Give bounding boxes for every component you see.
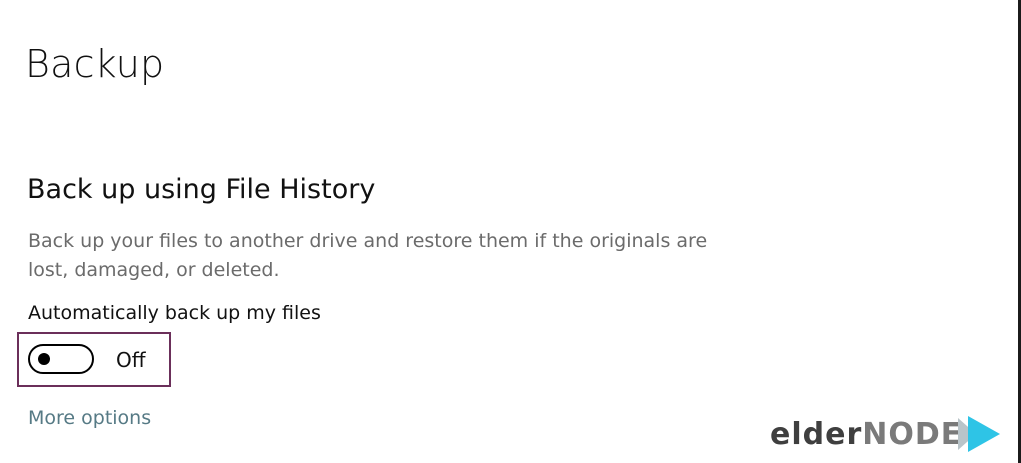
- watermark-text-part1: elder: [770, 417, 863, 452]
- watermark-text: eldernode: [770, 420, 962, 450]
- play-arrow-icon: [958, 416, 1000, 452]
- section-title-file-history: Back up using File History: [27, 174, 376, 205]
- section-description: Back up your files to another drive and …: [28, 230, 708, 281]
- toggle-state-text: Off: [116, 348, 146, 372]
- more-options-link[interactable]: More options: [28, 407, 151, 430]
- auto-backup-toggle[interactable]: [28, 344, 94, 374]
- watermark-text-part2: node: [862, 417, 963, 452]
- toggle-knob: [38, 353, 50, 365]
- eldernode-watermark: eldernode: [770, 414, 1002, 458]
- page-title: Backup: [25, 42, 165, 86]
- auto-backup-label: Automatically back up my files: [28, 302, 321, 324]
